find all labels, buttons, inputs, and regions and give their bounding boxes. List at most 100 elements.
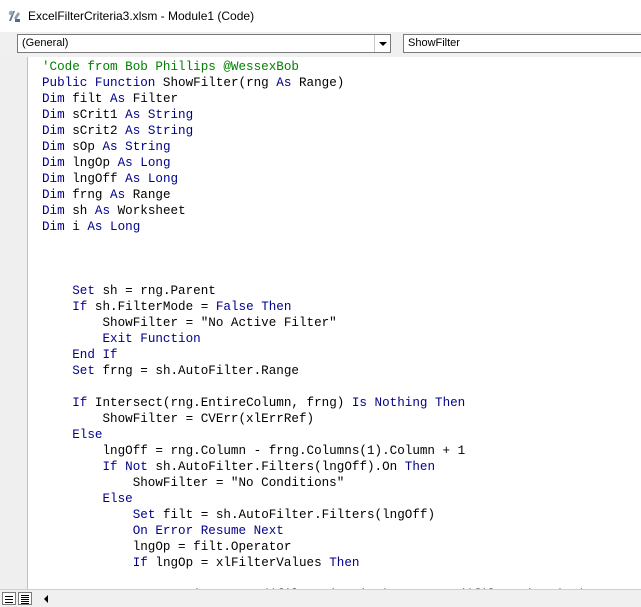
code-text[interactable]: 'Code from Bob Phillips @WessexBob Public… <box>42 59 586 589</box>
code-token: frng <box>64 188 111 202</box>
code-keyword: Public Function <box>42 76 156 90</box>
code-token: sh.FilterMode = <box>87 300 216 314</box>
code-line[interactable]: Set sh = rng.Parent <box>42 283 586 299</box>
code-keyword: As <box>94 204 111 218</box>
code-keyword: If <box>72 300 88 314</box>
code-keyword: False Then <box>215 300 292 314</box>
code-line[interactable]: If lngOp = xlFilterValues Then <box>42 555 586 571</box>
code-keyword: Dim <box>42 124 65 138</box>
margin-indicator-bar[interactable] <box>0 57 28 589</box>
code-line[interactable]: ShowFilter = CVErr(xlErrRef) <box>42 411 586 427</box>
code-line[interactable]: Dim lngOp As Long <box>42 155 586 171</box>
code-token: ShowFilter(rng <box>155 76 277 90</box>
code-keyword: Else <box>72 428 103 442</box>
code-line[interactable]: 'Code from Bob Phillips @WessexBob <box>42 59 586 75</box>
code-line[interactable]: ShowFilter = "No Conditions" <box>42 475 586 491</box>
code-line[interactable]: Dim sCrit1 As String <box>42 107 586 123</box>
code-line[interactable]: Set filt = sh.AutoFilter.Filters(lngOff) <box>42 507 586 523</box>
code-keyword: Then <box>329 556 360 570</box>
procedure-dropdown-value: ShowFilter <box>408 37 460 49</box>
code-keyword: Dim <box>42 156 65 170</box>
code-token: ShowFilter = "No Conditions" <box>42 476 345 490</box>
code-line[interactable]: Else <box>42 427 586 443</box>
code-line[interactable]: If Not sh.AutoFilter.Filters(lngOff).On … <box>42 459 586 475</box>
code-line[interactable]: Dim filt As Filter <box>42 91 586 107</box>
code-token: sOp <box>64 140 103 154</box>
code-keyword: End If <box>72 348 118 362</box>
code-token: sCrit1 <box>64 108 126 122</box>
code-line[interactable] <box>42 379 586 395</box>
code-line[interactable]: lngOff = rng.Column - frng.Columns(1).Co… <box>42 443 586 459</box>
object-dropdown-value: (General) <box>22 37 69 49</box>
code-line[interactable]: Set frng = sh.AutoFilter.Range <box>42 363 586 379</box>
procedure-dropdown[interactable]: ShowFilter <box>403 34 641 53</box>
code-keyword: Dim <box>42 220 65 234</box>
code-token: i <box>64 220 88 234</box>
code-token: ShowFilter = CVErr(xlErrRef) <box>42 412 315 426</box>
code-keyword: As String <box>102 140 171 154</box>
code-line[interactable]: Else <box>42 491 586 507</box>
code-keyword: Then <box>404 460 436 474</box>
code-line[interactable]: If sh.FilterMode = False Then <box>42 299 586 315</box>
code-editor[interactable]: 'Code from Bob Phillips @WessexBob Public… <box>0 57 641 589</box>
code-token: Range <box>125 188 171 202</box>
horizontal-scrollbar[interactable] <box>0 589 641 607</box>
code-line[interactable] <box>42 235 586 251</box>
code-line[interactable]: If Intersect(rng.EntireColumn, frng) Is … <box>42 395 586 411</box>
code-keyword: As String <box>125 108 194 122</box>
procedure-view-button[interactable] <box>2 592 16 605</box>
code-line[interactable]: Exit Function <box>42 331 586 347</box>
code-keyword: If <box>132 556 148 570</box>
object-dropdown[interactable]: (General) <box>17 34 391 53</box>
code-line[interactable] <box>42 267 586 283</box>
code-token: filt <box>64 92 111 106</box>
code-line[interactable]: Dim frng As Range <box>42 187 586 203</box>
code-line[interactable]: Public Function ShowFilter(rng As Range) <box>42 75 586 91</box>
code-line[interactable] <box>42 571 586 587</box>
code-keyword: As String <box>125 124 194 138</box>
title-bar: ExcelFilterCriteria3.xlsm - Module1 (Cod… <box>0 0 641 32</box>
code-line[interactable]: Dim lngOff As Long <box>42 171 586 187</box>
code-token: lngOp = filt.Operator <box>42 540 292 554</box>
code-keyword: Set <box>72 364 95 378</box>
code-keyword: Dim <box>42 140 65 154</box>
code-keyword: As Long <box>125 172 179 186</box>
code-line[interactable] <box>42 251 586 267</box>
code-line[interactable]: ShowFilter = "No Active Filter" <box>42 315 586 331</box>
code-token: Worksheet <box>110 204 186 218</box>
code-token: sh.AutoFilter.Filters(lngOff).On <box>147 460 405 474</box>
code-keyword: On Error Resume Next <box>132 524 284 538</box>
scroll-left-icon[interactable] <box>38 592 56 606</box>
code-keyword: As <box>110 188 126 202</box>
code-token: sh <box>64 204 95 218</box>
code-token: lngOff = rng.Column - frng.Columns(1).Co… <box>42 444 466 458</box>
code-keyword: Else <box>102 492 133 506</box>
code-keyword: As Long <box>117 156 171 170</box>
code-line[interactable]: End If <box>42 347 586 363</box>
code-token: Range) <box>291 76 345 90</box>
code-keyword: As <box>276 76 292 90</box>
full-module-view-button[interactable] <box>18 592 32 605</box>
code-line[interactable]: Dim sCrit2 As String <box>42 123 586 139</box>
code-line[interactable]: lngOp = filt.Operator <box>42 539 586 555</box>
code-keyword: Set <box>132 508 156 522</box>
code-token: ShowFilter = "No Active Filter" <box>42 316 337 330</box>
code-token: lngOp <box>64 156 118 170</box>
code-line[interactable]: Dim i As Long <box>42 219 586 235</box>
code-keyword: Set <box>72 284 95 298</box>
object-dropdown-button[interactable] <box>374 35 390 52</box>
code-keyword: If Not <box>102 460 148 474</box>
code-keyword: As Long <box>87 220 141 234</box>
code-line[interactable]: Dim sh As Worksheet <box>42 203 586 219</box>
code-keyword: Dim <box>42 172 65 186</box>
code-line[interactable]: Dim sOp As String <box>42 139 586 155</box>
code-line[interactable]: On Error Resume Next <box>42 523 586 539</box>
chevron-down-icon <box>379 42 387 46</box>
